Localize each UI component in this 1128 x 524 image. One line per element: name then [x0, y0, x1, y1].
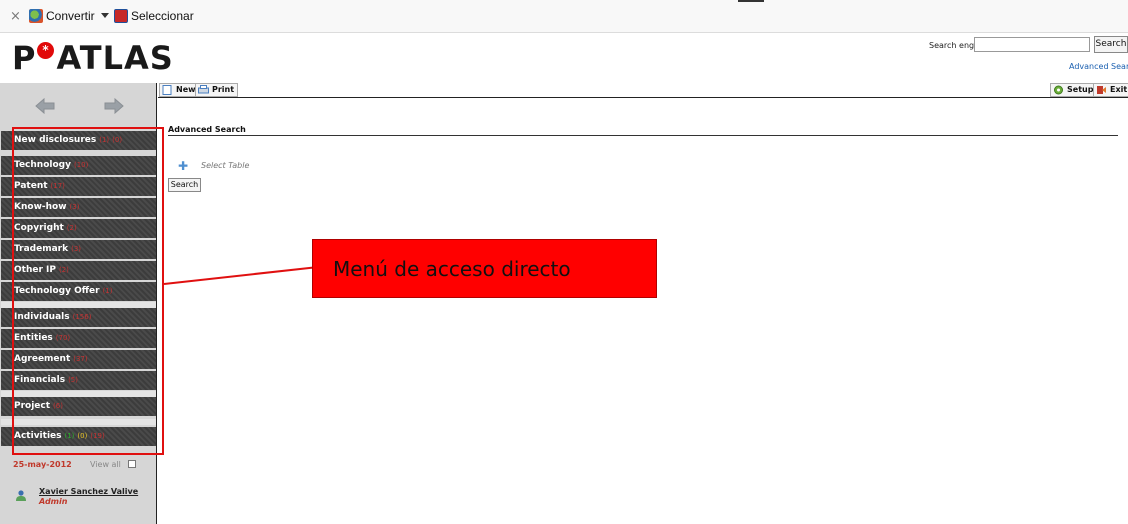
menu-item-label: Copyright	[14, 223, 64, 233]
user-icon	[15, 486, 27, 501]
menu-item-count: (156)	[72, 313, 92, 321]
menu-item-label: Other IP	[14, 265, 56, 275]
close-icon[interactable]: ×	[10, 9, 21, 24]
app-window: × Convertir Seleccionar P * ATLAS Search…	[0, 0, 1128, 524]
convert-button[interactable]: Convertir	[29, 8, 95, 24]
select-table-link[interactable]: Select Table	[201, 161, 249, 170]
menu-item-count: (19)	[90, 432, 105, 440]
print-label: Print	[212, 85, 235, 94]
exit-label: Exit	[1110, 85, 1128, 94]
menu-item-count: (6)	[53, 402, 63, 410]
menu-item-label: Technology	[14, 160, 71, 170]
add-icon[interactable]: ✚	[178, 159, 188, 173]
user-role: Admin	[39, 497, 68, 506]
menu-item-label: Trademark	[14, 244, 69, 254]
menu-item-project[interactable]: Project (6)	[1, 397, 156, 416]
menu-separator	[1, 302, 156, 308]
advanced-search-link[interactable]: Advanced Search	[1069, 62, 1128, 71]
menu-item-label: Agreement	[14, 354, 71, 364]
menu-separator	[1, 391, 156, 397]
callout-label: Menú de acceso directo	[312, 239, 657, 298]
menu-item-count: (17)	[50, 182, 65, 190]
exit-icon	[1096, 85, 1107, 95]
sidebar: 25-may-2012 View all Xavier Sanchez Vali…	[0, 83, 157, 524]
new-button[interactable]: New	[159, 83, 200, 97]
history-nav	[0, 88, 157, 124]
select-button[interactable]: Seleccionar	[114, 8, 194, 24]
print-button[interactable]: Print	[195, 83, 239, 97]
menu-item-label: Activities	[14, 431, 62, 441]
menu-item-label: Individuals	[14, 312, 70, 322]
menu-item-count: (70)	[55, 334, 71, 342]
menu-separator	[1, 419, 156, 425]
menu-item-agreement[interactable]: Agreement (37)	[1, 350, 156, 369]
menu-item-patent[interactable]: Patent (17)	[1, 177, 156, 196]
menu-item-copyright[interactable]: Copyright (2)	[1, 219, 156, 238]
menu-item-trademark[interactable]: Trademark (3)	[1, 240, 156, 259]
forward-arrow-icon[interactable]	[104, 97, 124, 115]
chevron-down-icon[interactable]	[101, 13, 109, 18]
gear-icon	[1053, 85, 1064, 95]
search-button[interactable]: Search	[1094, 36, 1128, 53]
toolbar-divider	[738, 0, 764, 2]
back-arrow-icon[interactable]	[35, 97, 55, 115]
select-label: Seleccionar	[131, 9, 194, 23]
user-name-link[interactable]: Xavier Sanchez Valive	[39, 487, 138, 496]
main-toolbar: New Print Setup Exit	[158, 83, 1128, 98]
menu-item-label: Financials	[14, 375, 66, 385]
menu-item-label: Know-how	[14, 202, 67, 212]
menu-item-know-how[interactable]: Know-how (3)	[1, 198, 156, 217]
callout-connector	[163, 266, 317, 285]
menu-item-count: (0)	[77, 432, 88, 440]
menu-item-label: Technology Offer	[14, 286, 100, 296]
menu-item-label: Project	[14, 401, 51, 411]
app-header: P * ATLAS Search engine Search Advanced …	[0, 33, 1128, 83]
advanced-search-button[interactable]: Search	[168, 178, 201, 192]
exit-button[interactable]: Exit	[1093, 83, 1128, 97]
logo: P * ATLAS	[12, 38, 174, 78]
setup-label: Setup	[1067, 85, 1094, 94]
menu-item-count: (0)	[112, 136, 123, 144]
menu-item-count: (10)	[73, 161, 89, 169]
menu-item-technology-offer[interactable]: Technology Offer (1)	[1, 282, 156, 301]
menu-item-label: New disclosures	[14, 135, 97, 145]
menu-item-count: (3)	[71, 245, 82, 253]
menu-item-count: (2)	[66, 224, 77, 232]
current-date: 25-may-2012	[13, 460, 72, 469]
menu-item-count: (1)	[64, 432, 75, 440]
menu-item-activities[interactable]: Activities (1) (0) (19)	[1, 427, 156, 446]
logo-star-icon: *	[37, 41, 55, 59]
browser-toolbar: × Convertir Seleccionar	[0, 0, 1128, 33]
new-doc-icon	[162, 85, 173, 95]
menu-item-count: (1)	[99, 136, 110, 144]
logo-letter: P	[12, 39, 37, 77]
view-all-label: View all	[90, 460, 121, 469]
menu-item-label: Entities	[14, 333, 53, 343]
convert-label: Convertir	[46, 9, 95, 23]
search-input[interactable]	[974, 37, 1090, 52]
select-icon	[114, 9, 128, 23]
menu-item-entities[interactable]: Entities (70)	[1, 329, 156, 348]
menu-item-financials[interactable]: Financials (5)	[1, 371, 156, 390]
menu-item-count: (5)	[68, 376, 78, 384]
new-label: New	[176, 85, 196, 94]
menu-item-other-ip[interactable]: Other IP (2)	[1, 261, 156, 280]
menu-item-count: (3)	[69, 203, 80, 211]
setup-button[interactable]: Setup	[1050, 83, 1098, 97]
printer-icon	[198, 85, 209, 95]
menu-item-new-disclosures[interactable]: New disclosures (1) (0)	[1, 131, 156, 150]
title-divider	[168, 135, 1118, 136]
page-title: Advanced Search	[168, 125, 246, 134]
menu-item-label: Patent	[14, 181, 48, 191]
convert-icon	[29, 9, 43, 23]
menu-item-count: (1)	[102, 287, 113, 295]
view-all-checkbox[interactable]	[128, 460, 136, 468]
menu-item-technology[interactable]: Technology (10)	[1, 156, 156, 175]
logo-text: ATLAS	[56, 39, 174, 77]
menu-item-individuals[interactable]: Individuals (156)	[1, 308, 156, 327]
menu-item-count: (37)	[73, 355, 88, 363]
menu-item-count: (2)	[58, 266, 69, 274]
